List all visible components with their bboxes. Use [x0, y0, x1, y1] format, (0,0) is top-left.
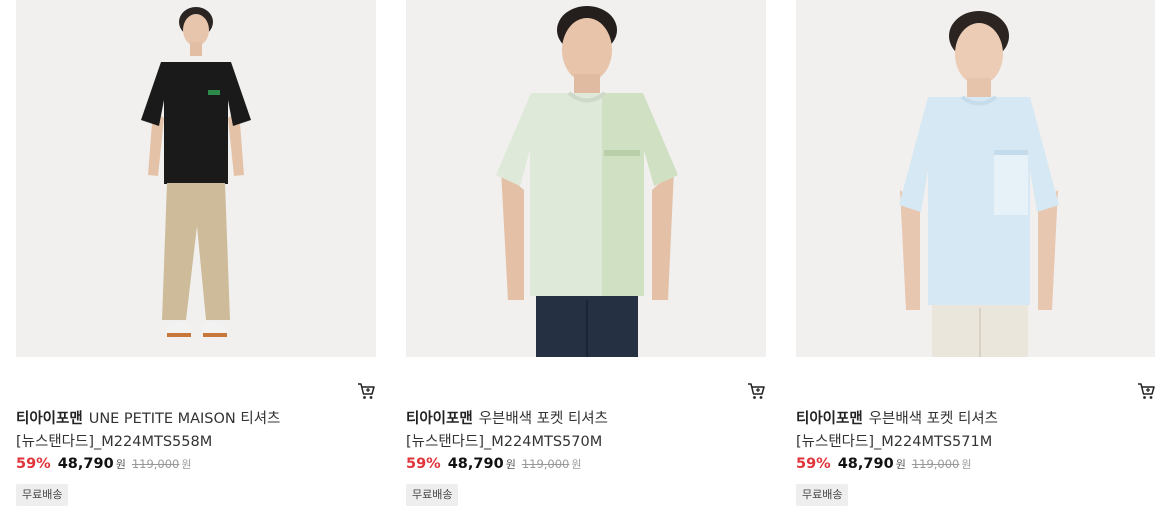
- discount-rate: 59%: [406, 456, 441, 472]
- product-image[interactable]: [796, 0, 1155, 357]
- sale-price: 48,790: [57, 456, 114, 472]
- price-row: 59% 48,790 원 119,000 원: [406, 456, 582, 476]
- price-row: 59% 48,790 원 119,000 원: [796, 456, 972, 476]
- product-title[interactable]: 티아이포맨 우븐배색 포켓 티셔츠[뉴스탠다드]_M224MTS571M: [796, 408, 1136, 454]
- sale-price: 48,790: [837, 456, 894, 472]
- discount-rate: 59%: [796, 456, 831, 472]
- product-title[interactable]: 티아이포맨 우븐배색 포켓 티셔츠[뉴스탠다드]_M224MTS570M: [406, 408, 746, 454]
- original-currency: 원: [571, 458, 582, 471]
- product-image[interactable]: [406, 0, 766, 357]
- add-to-cart-icon[interactable]: [746, 381, 766, 401]
- sale-currency: 원: [115, 458, 126, 471]
- free-shipping-badge: 무료배송: [16, 484, 69, 506]
- sale-currency: 원: [895, 458, 906, 471]
- product-image[interactable]: [16, 0, 376, 357]
- product-title[interactable]: 티아이포맨 UNE PETITE MAISON 티셔츠[뉴스탠다드]_M224MT…: [16, 408, 356, 454]
- original-price: 119,000: [521, 457, 570, 471]
- product-card[interactable]: 티아이포맨 우븐배색 포켓 티셔츠[뉴스탠다드]_M224MTS571M 59% …: [796, 0, 1155, 530]
- sale-price: 48,790: [447, 456, 504, 472]
- free-shipping-badge: 무료배송: [406, 484, 459, 506]
- brand-name: 티아이포맨: [406, 411, 473, 427]
- model-upper-body-illustration: [406, 0, 766, 357]
- original-price: 119,000: [911, 457, 960, 471]
- product-card[interactable]: 티아이포맨 UNE PETITE MAISON 티셔츠[뉴스탠다드]_M224MT…: [16, 0, 376, 530]
- add-to-cart-icon[interactable]: [356, 381, 376, 401]
- original-price: 119,000: [131, 457, 180, 471]
- model-full-body-illustration: [16, 0, 376, 357]
- sale-currency: 원: [505, 458, 516, 471]
- discount-rate: 59%: [16, 456, 51, 472]
- original-currency: 원: [181, 458, 192, 471]
- brand-name: 티아이포맨: [796, 411, 863, 427]
- price-row: 59% 48,790 원 119,000 원: [16, 456, 192, 476]
- brand-name: 티아이포맨: [16, 411, 83, 427]
- model-upper-body-illustration: [796, 0, 1155, 357]
- original-currency: 원: [961, 458, 972, 471]
- free-shipping-badge: 무료배송: [796, 484, 849, 506]
- product-card[interactable]: 티아이포맨 우븐배색 포켓 티셔츠[뉴스탠다드]_M224MTS570M 59% …: [406, 0, 766, 530]
- add-to-cart-icon[interactable]: [1136, 381, 1155, 401]
